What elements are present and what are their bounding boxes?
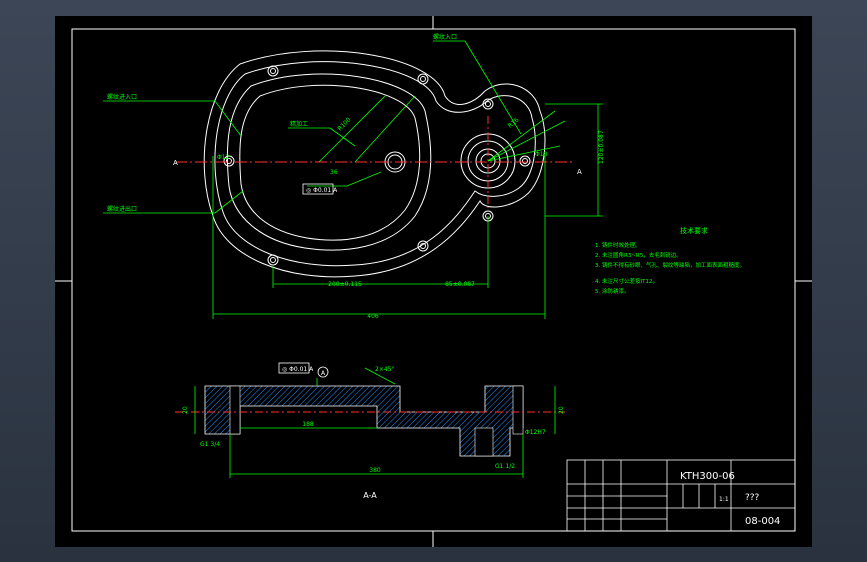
- leader-3: 精加工: [290, 120, 308, 128]
- drawing-number: 08-004: [745, 516, 780, 527]
- dim-section-width: 380: [369, 467, 381, 474]
- dim-chamfer: 2×45°: [375, 366, 394, 373]
- scale: 1:1: [719, 496, 729, 503]
- dim-boss-right: Φ18: [535, 151, 548, 158]
- tech-req-4: 4. 未注尺寸公差按IT12。: [595, 277, 658, 285]
- datum-label: A: [321, 370, 326, 377]
- dim-overall-width: 406: [367, 313, 379, 320]
- gdt-text-top: ◎ Φ0.01 A: [306, 187, 338, 194]
- dim-depth-right: 20: [558, 406, 565, 414]
- dim-thread-left: G1 3/4: [200, 441, 220, 448]
- dim-radius-big: R100: [336, 116, 352, 132]
- tech-req-3: 3. 铸件不得有砂眼、气孔、裂纹等缺陷，加工面表面粗糙度。: [595, 261, 745, 269]
- drawing-sheet: ◎ Φ0.01 A 406 200±0.115 85±0.087 120±0.0…: [55, 16, 812, 547]
- dim-bore-left: Φ12: [217, 154, 230, 161]
- technical-requirements: 技术要求 1. 铸件时效处理。 2. 未注圆角R3~R5，去毛刺锐边。 3. 铸…: [595, 226, 745, 295]
- cad-viewport[interactable]: ◎ Φ0.01 A 406 200±0.115 85±0.087 120±0.0…: [0, 0, 867, 562]
- leader-1: 螺纹进入口: [107, 93, 137, 101]
- section-view: [175, 385, 565, 457]
- part-name: KTH300-06: [680, 471, 735, 482]
- dim-section-inner: 188: [302, 421, 314, 428]
- section-label: A-A: [363, 491, 377, 500]
- tech-req-5: 5. 涂防锈漆。: [595, 287, 630, 295]
- tech-req-2: 2. 未注圆角R3~R5，去毛刺锐边。: [595, 251, 682, 259]
- dim-thread-right: G1 1/2: [495, 463, 515, 470]
- dimension-lines: [103, 40, 603, 319]
- tech-req-title: 技术要求: [680, 226, 708, 235]
- leader-4: 螺纹入口: [433, 33, 457, 41]
- top-view: [203, 50, 546, 278]
- dim-hole-spacing-small: 85±0.087: [445, 281, 475, 288]
- dim-fit: Φ12H7: [525, 429, 546, 436]
- tech-req-1: 1. 铸件时效处理。: [595, 241, 641, 249]
- dim-hole-spacing-main: 200±0.115: [328, 281, 362, 288]
- leader-2: 螺纹进出口: [107, 205, 137, 213]
- drawing-canvas: ◎ Φ0.01 A 406 200±0.115 85±0.087 120±0.0…: [55, 16, 812, 547]
- material: ???: [745, 493, 760, 503]
- dim-offset: 36: [330, 169, 338, 176]
- inner-border: [71, 28, 796, 532]
- dim-depth-left: 20: [182, 406, 189, 414]
- section-mark-right: A: [577, 168, 582, 176]
- dim-radius-small: R16: [507, 116, 521, 129]
- dim-vertical: 120±0.087: [598, 130, 605, 164]
- section-mark-left: A: [173, 159, 178, 167]
- gdt-text-section: ◎ Φ0.01 A: [282, 366, 314, 373]
